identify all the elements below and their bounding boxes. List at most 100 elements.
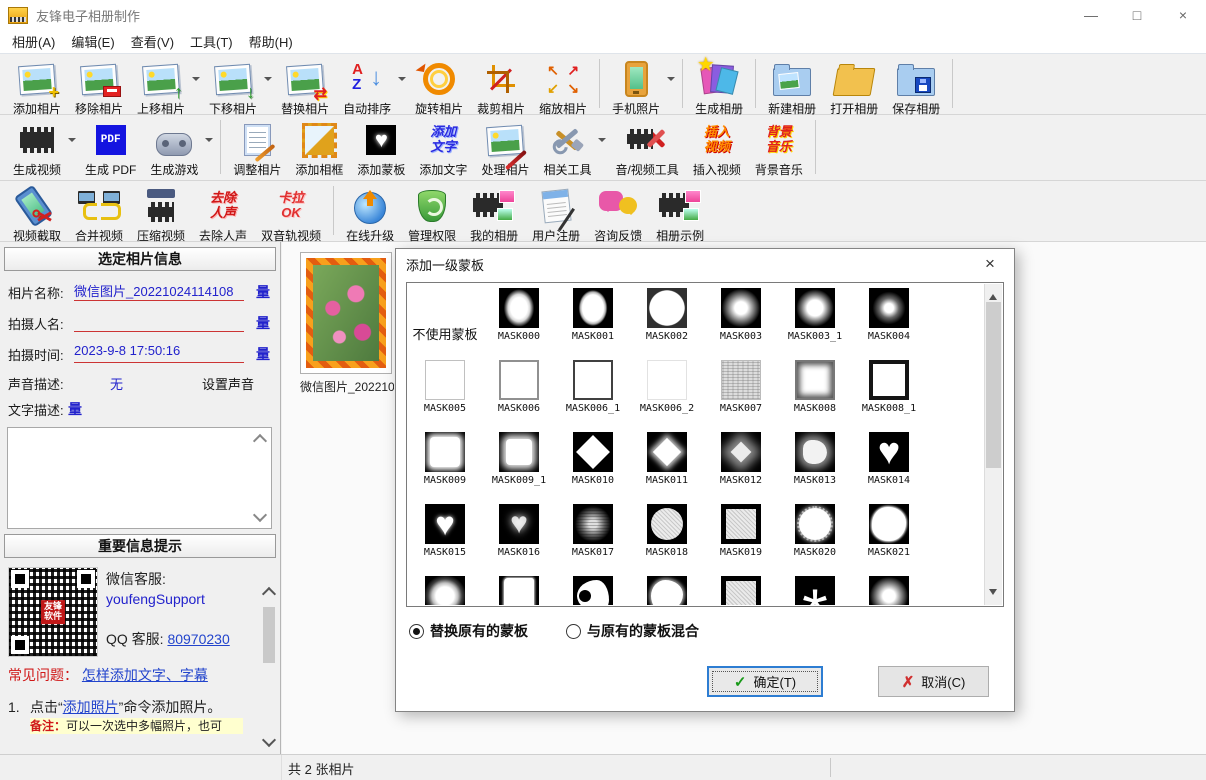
mask-item-MASK020[interactable]: MASK020 [778,500,852,572]
field-batch-button[interactable]: 量 [256,313,270,333]
phone-photo-dropdown-arrow-icon[interactable] [667,77,675,85]
radio-replace-mask[interactable]: 替换原有的蒙板 [409,621,528,641]
mask-item-MASK000[interactable]: MASK000 [482,284,556,356]
radio-blend-mask[interactable]: 与原有的蒙板混合 [566,621,699,641]
ok-button[interactable]: ✓ 确定(T) [707,666,823,697]
mask-item-MASK016[interactable]: MASK016 [482,500,556,572]
move-down-photo-button[interactable]: ↓下移相片 [202,57,264,119]
my-albums-button[interactable]: 我的相册 [463,184,525,246]
mask-item-partial[interactable] [778,572,852,605]
field-value-input[interactable] [74,312,244,332]
insert-video-button[interactable]: 插入视频插入视频 [686,118,748,180]
move-up-photo-button[interactable]: ↑上移相片 [130,57,192,119]
add-text-button[interactable]: 添加文字添加文字 [412,118,474,180]
generate-game-dropdown-arrow-icon[interactable] [205,138,213,146]
text-description-box[interactable] [7,427,272,529]
mask-list-scrollbar[interactable] [984,284,1002,605]
mask-item-MASK003[interactable]: MASK003 [704,284,778,356]
open-album-button[interactable]: 打开相册 [823,57,885,119]
field-batch-button[interactable]: 量 [256,282,270,302]
generate-album-button[interactable]: ★生成相册 [688,57,750,119]
photo-thumbnail[interactable] [300,252,392,374]
replace-photo-button[interactable]: ⇄替换相片 [274,57,336,119]
mask-scroll-down-icon[interactable] [989,589,997,599]
mask-item-none[interactable]: 不使用蒙板 [408,284,482,356]
menu-item-v[interactable]: 查看(V) [127,30,186,53]
set-sound-button[interactable]: 设置声音 [202,374,254,393]
mask-item-MASK008_1[interactable]: MASK008_1 [852,356,926,428]
field-batch-button[interactable]: 量 [256,344,270,364]
mask-scroll-thumb[interactable] [986,302,1001,468]
add-photo-button[interactable]: +添加相片 [6,57,68,119]
move-up-photo-dropdown-arrow-icon[interactable] [192,77,200,85]
new-album-button[interactable]: 新建相册 [761,57,823,119]
add-photo-help-link[interactable]: 添加照片 [63,699,119,715]
mask-item-MASK006_2[interactable]: MASK006_2 [630,356,704,428]
phone-photo-button[interactable]: 手机照片 [605,57,667,119]
move-down-photo-dropdown-arrow-icon[interactable] [264,77,272,85]
mask-item-MASK009_1[interactable]: MASK009_1 [482,428,556,500]
auto-sort-dropdown-arrow-icon[interactable] [398,77,406,85]
mask-item-MASK010[interactable]: MASK010 [556,428,630,500]
qq-number-link[interactable]: 80970230 [167,631,229,647]
process-photo-button[interactable]: 处理相片 [474,118,536,180]
av-tools-button[interactable]: 音/视频工具 [608,118,685,180]
mask-item-MASK003_1[interactable]: MASK003_1 [778,284,852,356]
mask-item-MASK004[interactable]: MASK004 [852,284,926,356]
mask-item-partial[interactable] [630,572,704,605]
generate-video-dropdown-arrow-icon[interactable] [68,138,76,146]
remove-vocal-button[interactable]: 去除人声去除人声 [192,184,254,246]
panel-scroll-down-icon[interactable] [262,733,276,747]
feedback-button[interactable]: 咨询反馈 [587,184,649,246]
maximize-button[interactable]: □ [1114,0,1160,30]
manage-permission-button[interactable]: 管理权限 [401,184,463,246]
compress-video-button[interactable]: 压缩视频 [130,184,192,246]
album-samples-button[interactable]: 相册示例 [649,184,711,246]
scale-photo-button[interactable]: ↖↗↙↘缩放相片 [532,57,594,119]
user-register-button[interactable]: 用户注册 [525,184,587,246]
related-tools-button[interactable]: 相关工具 [536,118,598,180]
mask-item-partial[interactable] [408,572,482,605]
cancel-button[interactable]: ✗ 取消(C) [878,666,989,697]
mask-item-MASK001[interactable]: MASK001 [556,284,630,356]
mask-item-MASK015[interactable]: MASK015 [408,500,482,572]
panel-scroll-up-icon[interactable] [262,587,276,601]
field-value-input[interactable]: 2023-9-8 17:50:16 [74,343,244,363]
close-button[interactable]: × [1160,0,1206,30]
mask-item-MASK019[interactable]: MASK019 [704,500,778,572]
mask-item-MASK006_1[interactable]: MASK006_1 [556,356,630,428]
menu-item-e[interactable]: 编辑(E) [67,30,126,53]
mask-item-MASK005[interactable]: MASK005 [408,356,482,428]
mask-item-partial[interactable] [556,572,630,605]
mask-item-MASK021[interactable]: MASK021 [852,500,926,572]
adjust-photo-button[interactable]: 调整相片 [226,118,288,180]
mask-item-MASK007[interactable]: MASK007 [704,356,778,428]
online-update-button[interactable]: 在线升级 [339,184,401,246]
generate-game-button[interactable]: 生成游戏 [143,118,205,180]
mask-item-MASK011[interactable]: MASK011 [630,428,704,500]
menu-item-t[interactable]: 工具(T) [186,30,245,53]
mask-item-MASK017[interactable]: MASK017 [556,500,630,572]
scroll-down-icon[interactable] [253,508,267,522]
menu-item-h[interactable]: 帮助(H) [245,30,305,53]
mask-item-MASK012[interactable]: MASK012 [704,428,778,500]
dialog-close-icon[interactable]: × [976,254,1004,274]
mask-item-partial[interactable] [482,572,556,605]
save-album-button[interactable]: 保存相册 [885,57,947,119]
mask-item-MASK009[interactable]: MASK009 [408,428,482,500]
auto-sort-button[interactable]: AZ↓自动排序 [336,57,398,119]
panel-scroll-thumb[interactable] [263,607,275,663]
panel-scrollbar[interactable] [261,587,277,747]
video-capture-button[interactable]: 视频截取 [6,184,68,246]
crop-photo-button[interactable]: 裁剪相片 [470,57,532,119]
field-value-input[interactable]: 微信图片_20221024114108 [74,281,244,301]
menu-item-a[interactable]: 相册(A) [8,30,67,53]
mask-item-MASK002[interactable]: MASK002 [630,284,704,356]
mask-item-MASK018[interactable]: MASK018 [630,500,704,572]
generate-video-button[interactable]: 生成视频 [6,118,68,180]
background-music-button[interactable]: 背景音乐背景音乐 [748,118,810,180]
mask-item-MASK014[interactable]: MASK014 [852,428,926,500]
text-batch-button[interactable]: 量 [68,399,82,419]
mask-scroll-up-icon[interactable] [989,290,997,300]
mask-item-MASK013[interactable]: MASK013 [778,428,852,500]
